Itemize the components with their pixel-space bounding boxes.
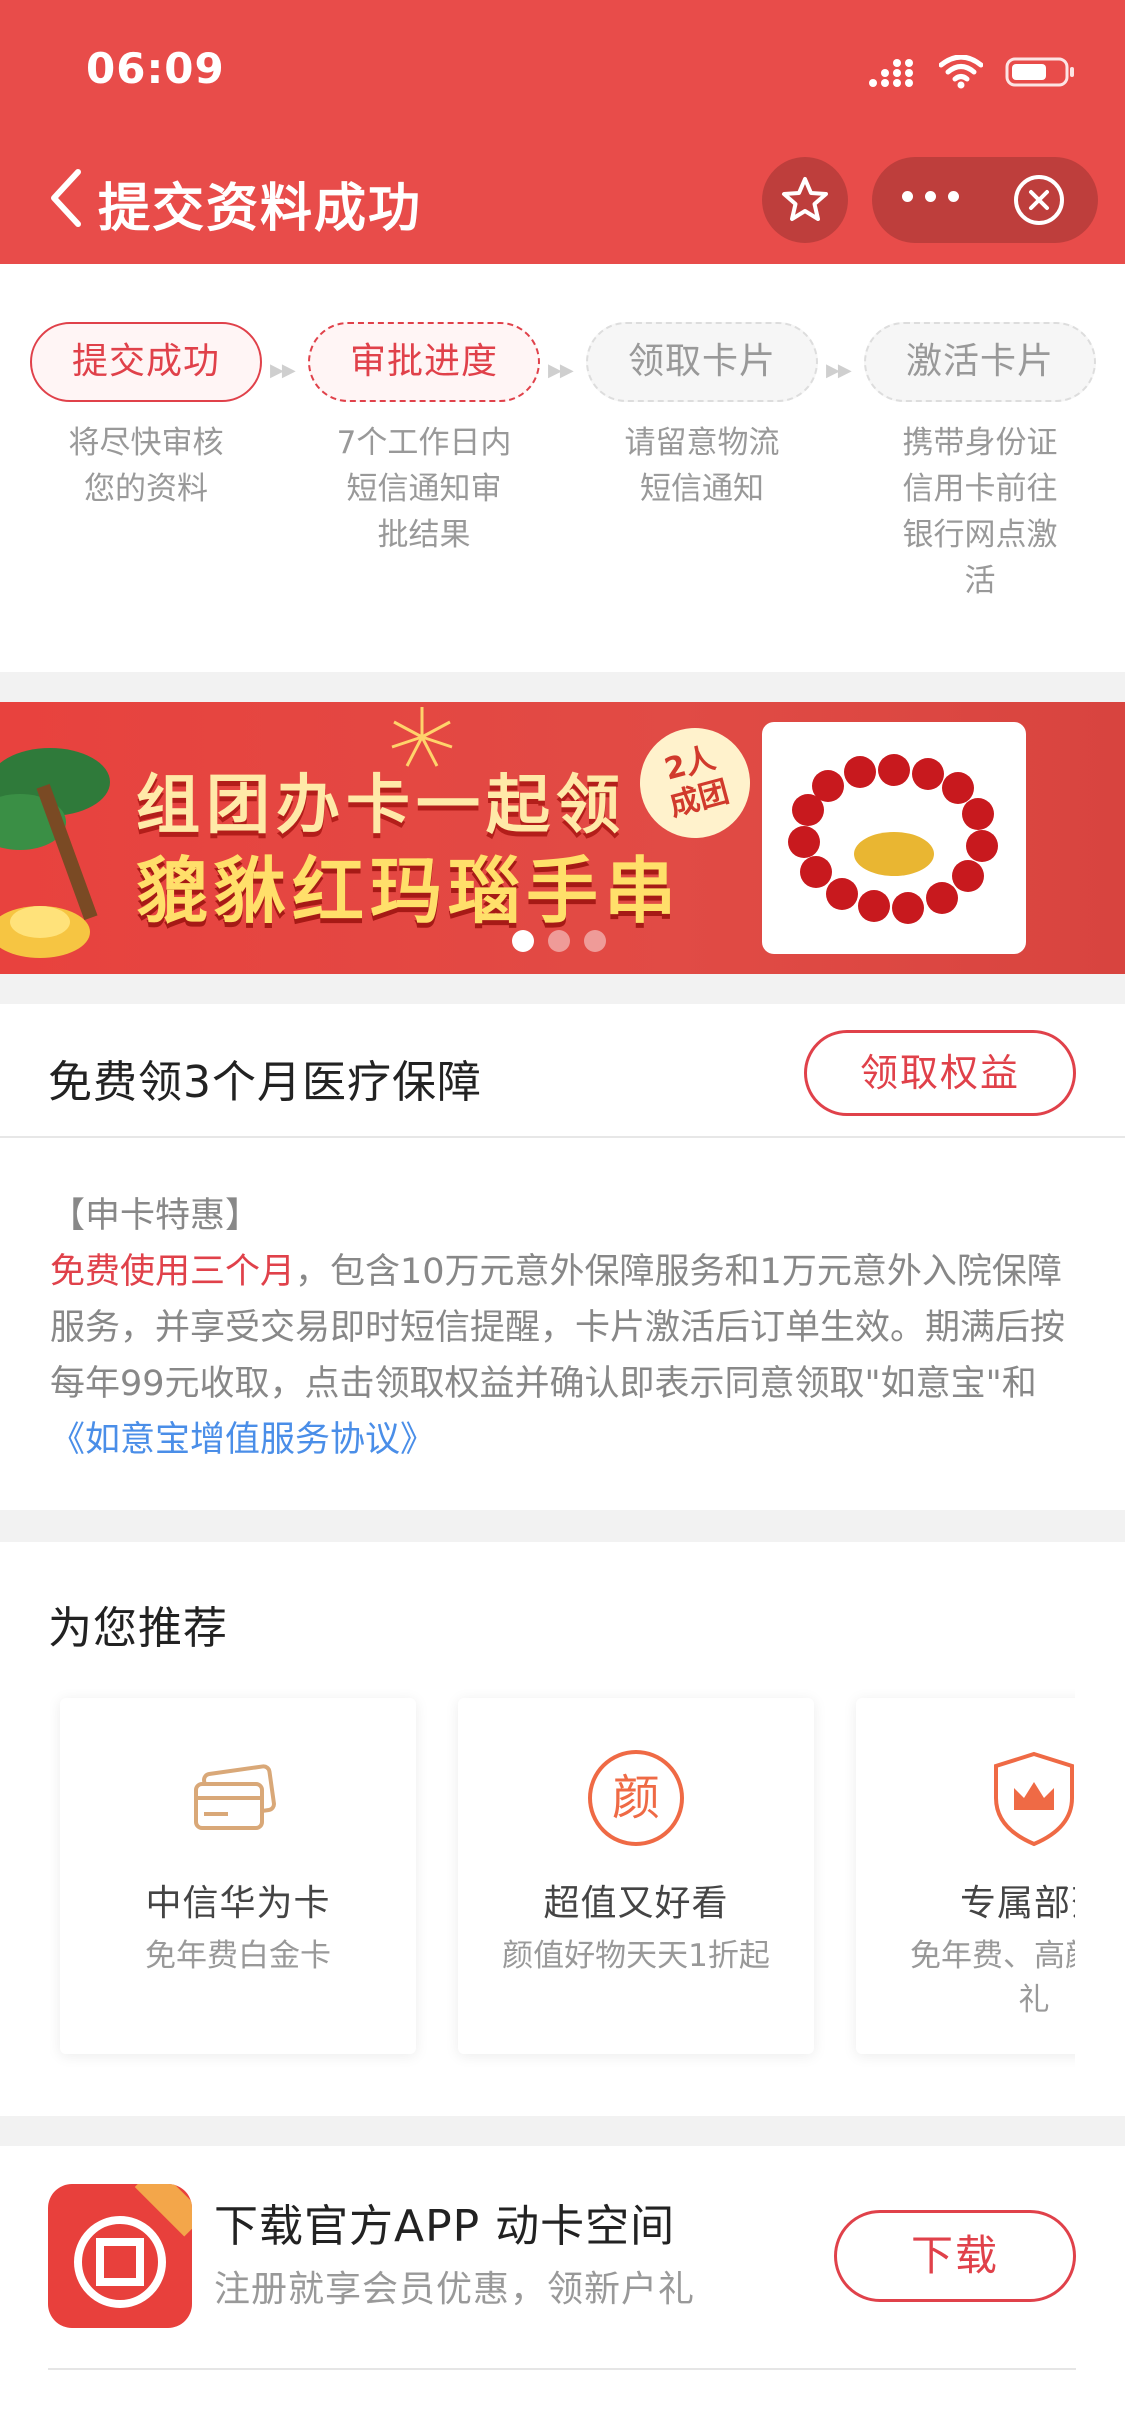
progress-steps: 提交成功 将尽快审核 您的资料 ▶▶ 审批进度 7个工作日内 短信通知审 批结果…: [0, 264, 1125, 672]
benefit-text: 免费使用三个月，包含10万元意外保障服务和1万元意外入院保障服务，并享受交易即时…: [50, 1244, 1075, 1468]
status-icons: [867, 50, 1077, 94]
recommend-sub: 颜值好物天天1折起: [502, 1938, 770, 1974]
benefit-description: 【申卡特惠】 免费使用三个月，包含10万元意外保障服务和1万元意外入院保障服务，…: [0, 1138, 1125, 1510]
promo-banner[interactable]: 组团办卡一起领 貔貅红玛瑙手串 2人 成团: [0, 702, 1125, 974]
divider: [48, 2368, 1076, 2370]
step-submit: 提交成功 将尽快审核 您的资料: [30, 322, 262, 512]
signal-icon: [869, 59, 913, 87]
step-label: 审批进度: [308, 322, 540, 402]
wifi-icon: [939, 55, 983, 89]
step-label: 领取卡片: [586, 322, 818, 402]
recommend-sub: 免年费白金卡: [145, 1938, 331, 1974]
step-activate: 激活卡片 携带身份证 信用卡前往 银行网点激 活: [864, 322, 1096, 604]
step-desc-line: 7个工作日内: [336, 425, 512, 461]
mini-program-capsule: [872, 157, 1098, 243]
recommend-name: 中信华为卡: [145, 1883, 331, 1924]
recommend-name: 专属部落: [959, 1883, 1075, 1924]
bracelet-image: [762, 722, 1026, 954]
benefit-highlight: 免费使用三个月: [50, 1252, 296, 1292]
step-desc: 7个工作日内 短信通知审 批结果: [308, 420, 540, 558]
step-desc-line: 银行网点激: [902, 517, 1058, 553]
tree-decoration-icon: [0, 748, 110, 958]
section-divider: [0, 974, 1125, 1004]
step-desc-line: 请留意物流: [624, 425, 780, 461]
step-label: 提交成功: [30, 322, 262, 402]
step-desc-line: 批结果: [377, 517, 471, 553]
benefit-heading: 【申卡特惠】: [50, 1196, 261, 1236]
section-divider: [0, 2116, 1125, 2146]
citic-logo: [48, 2184, 192, 2328]
step-desc: 请留意物流 短信通知: [586, 420, 818, 512]
recommend-name: 超值又好看: [543, 1883, 729, 1924]
step-receive: 领取卡片 请留意物流 短信通知: [586, 322, 818, 512]
download-button[interactable]: 下载: [834, 2210, 1076, 2302]
step-desc: 将尽快审核 您的资料: [30, 420, 262, 512]
step-arrow-icon: ▶▶: [270, 360, 296, 381]
step-label: 激活卡片: [864, 322, 1096, 402]
step-desc-line: 携带身份证: [902, 425, 1058, 461]
status-time: 06:09: [86, 44, 225, 93]
recommend-card[interactable]: 颜 超值又好看 颜值好物天天1折起: [458, 1698, 814, 2054]
battery-icon: [1005, 57, 1074, 87]
header: 06:09 提交资料成功: [0, 0, 1125, 264]
medical-title: 免费领3个月医疗保障: [48, 1057, 482, 1108]
step-desc-line: 将尽快审核: [68, 425, 224, 461]
carousel-dot[interactable]: [548, 930, 570, 952]
recommend-section: 为您推荐 中信华为卡 免年费白金卡 颜 超值又好看 颜值好物天天1折起 专属部 …: [0, 1542, 1125, 2116]
favorite-button[interactable]: [762, 157, 848, 243]
recommend-title: 为您推荐: [48, 1603, 228, 1654]
step-arrow-icon: ▶▶: [548, 360, 574, 381]
recommend-carousel[interactable]: 中信华为卡 免年费白金卡 颜 超值又好看 颜值好物天天1折起 专属部落 免年费、…: [50, 1688, 1075, 2068]
recommend-card[interactable]: 专属部落 免年费、高颜享好礼: [856, 1698, 1075, 2054]
carousel-dots: [512, 930, 606, 952]
step-arrow-icon: ▶▶: [826, 360, 852, 381]
bracelet-icon: [788, 754, 998, 924]
step-desc-line: 您的资料: [84, 471, 208, 507]
back-icon[interactable]: [44, 166, 88, 230]
yan-character-icon: 颜: [588, 1750, 684, 1846]
recommend-sub: 免年费、高颜享好礼: [910, 1938, 1075, 2018]
step-desc-line: 信用卡前往: [902, 471, 1058, 507]
section-divider: [0, 1510, 1125, 1542]
carousel-dot[interactable]: [584, 930, 606, 952]
close-icon[interactable]: [1012, 173, 1066, 227]
star-icon: [782, 177, 828, 221]
claim-benefit-button[interactable]: 领取权益: [804, 1030, 1076, 1116]
step-desc-line: 短信通知审: [346, 471, 502, 507]
crown-shield-icon: [994, 1751, 1074, 1847]
svg-text:颜: 颜: [612, 1770, 660, 1826]
step-desc: 携带身份证 信用卡前往 银行网点激 活: [864, 420, 1096, 604]
app-download-row: 下载官方APP 动卡空间 注册就享会员优惠，领新户礼 下载: [0, 2146, 1125, 2435]
step-review: 审批进度 7个工作日内 短信通知审 批结果: [308, 322, 540, 558]
medical-benefit-row: 免费领3个月医疗保障 领取权益: [0, 1004, 1125, 1138]
team-badge: 2人 成团: [627, 715, 763, 851]
card-icon: [194, 1764, 276, 1830]
step-desc-line: 活: [964, 563, 996, 599]
page-title: 提交资料成功: [98, 179, 423, 239]
section-divider: [0, 672, 1125, 702]
app-title: 下载官方APP 动卡空间: [214, 2201, 676, 2252]
citic-logo-icon: [74, 2184, 192, 2308]
recommend-card[interactable]: 中信华为卡 免年费白金卡: [60, 1698, 416, 2054]
agreement-link[interactable]: 《如意宝增值服务协议》: [50, 1420, 435, 1460]
app-subtitle: 注册就享会员优惠，领新户礼: [214, 2269, 696, 2310]
banner-subheadline: 貔貅红玛瑙手串: [136, 848, 683, 933]
step-desc-line: 短信通知: [640, 471, 764, 507]
carousel-dot[interactable]: [512, 930, 534, 952]
more-icon[interactable]: [902, 191, 959, 202]
